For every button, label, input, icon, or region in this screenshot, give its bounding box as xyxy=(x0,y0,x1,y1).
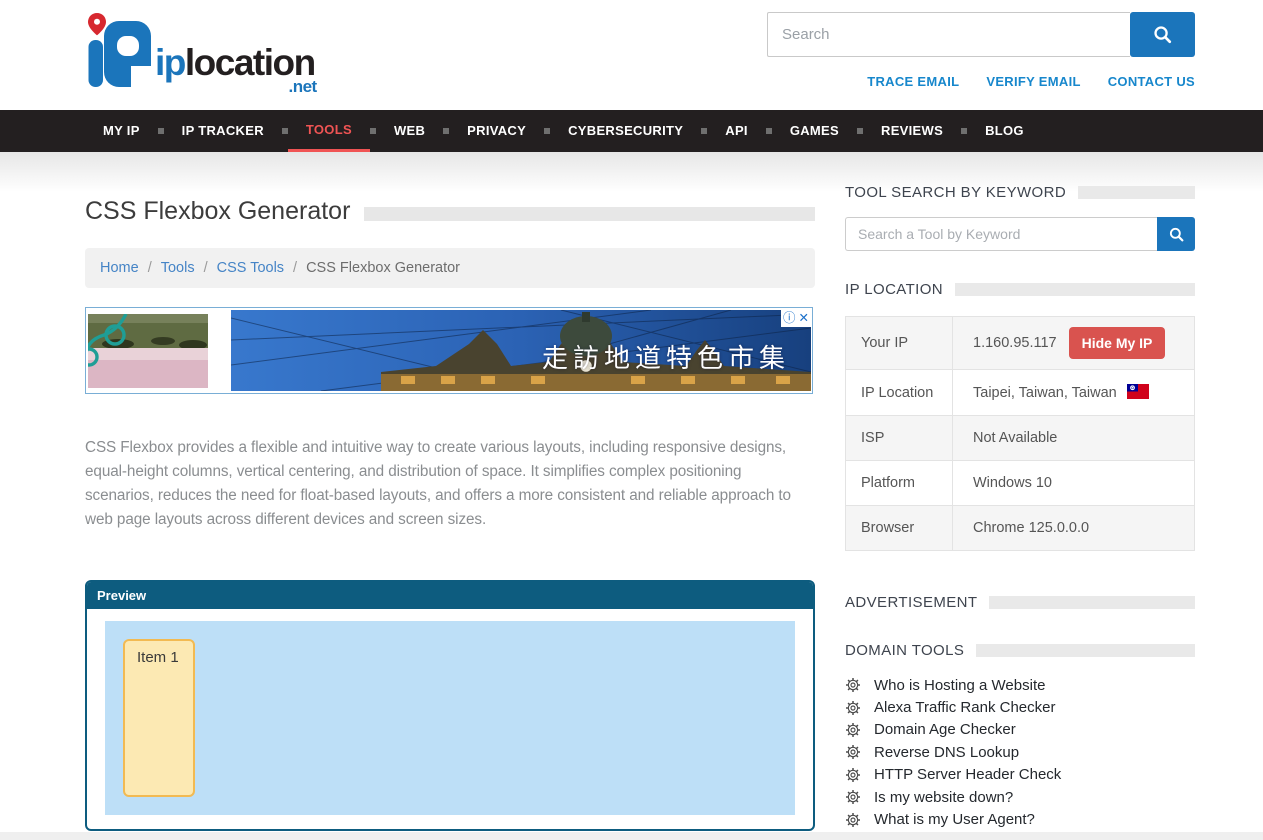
verify-email-link[interactable]: VERIFY EMAIL xyxy=(986,74,1080,89)
breadcrumb-tools[interactable]: Tools xyxy=(161,260,195,276)
site-search-button[interactable] xyxy=(1130,12,1195,57)
table-row-browser: Browser Chrome 125.0.0.0 xyxy=(846,506,1195,551)
domain-tool-user-agent[interactable]: What is my User Agent? xyxy=(845,808,1195,830)
title-decoration-bar xyxy=(364,207,815,221)
flex-container-preview: Item 1 xyxy=(105,621,795,815)
nav-item-ip-tracker[interactable]: IP TRACKER xyxy=(164,110,282,152)
tool-description: CSS Flexbox provides a flexible and intu… xyxy=(85,436,797,534)
table-row-ip-location: IP Location Taipei, Taiwan, Taiwan xyxy=(846,370,1195,416)
page-title: CSS Flexbox Generator xyxy=(85,196,350,226)
nav-item-my-ip[interactable]: MY IP xyxy=(85,110,158,152)
ad-info-icon[interactable]: ⓘ xyxy=(783,310,796,327)
domain-tool-domain-age[interactable]: Domain Age Checker xyxy=(845,719,1195,741)
domain-tools-list: Who is Hosting a Website Alexa Traffic R… xyxy=(845,674,1195,831)
gear-icon xyxy=(845,744,861,760)
nav-item-reviews[interactable]: REVIEWS xyxy=(863,110,961,152)
row-label: Browser xyxy=(846,506,953,551)
table-row-isp: ISP Not Available xyxy=(846,416,1195,461)
logo-tld: .net xyxy=(289,77,317,97)
row-label: IP Location xyxy=(846,370,953,416)
tool-search-button[interactable] xyxy=(1157,217,1195,251)
header-right: TRACE EMAIL VERIFY EMAIL CONTACT US xyxy=(767,12,1195,95)
ad-banner[interactable]: 走訪地道特色市集 ⓘ ✕ xyxy=(85,307,813,394)
row-value: Chrome 125.0.0.0 xyxy=(953,506,1195,551)
contact-us-link[interactable]: CONTACT US xyxy=(1108,74,1195,89)
breadcrumb-current: CSS Flexbox Generator xyxy=(306,260,460,276)
site-search-input[interactable] xyxy=(767,12,1130,57)
preview-panel-body: Item 1 xyxy=(87,609,813,829)
breadcrumb-home[interactable]: Home xyxy=(100,260,139,276)
tool-search-input[interactable] xyxy=(845,217,1157,251)
nav-item-privacy[interactable]: PRIVACY xyxy=(449,110,544,152)
gear-icon xyxy=(845,767,861,783)
ip-location-value: Taipei, Taiwan, Taiwan xyxy=(973,385,1117,401)
row-value: Not Available xyxy=(953,416,1195,461)
nav-item-web[interactable]: WEB xyxy=(376,110,443,152)
row-value: 1.160.95.117 Hide My IP xyxy=(953,317,1195,370)
taiwan-flag-icon xyxy=(1127,384,1149,399)
your-ip-value: 1.160.95.117 xyxy=(973,335,1057,351)
ip-location-table: Your IP 1.160.95.117 Hide My IP IP Locat… xyxy=(845,316,1195,551)
heading-decoration-bar xyxy=(955,283,1195,296)
search-icon xyxy=(1168,226,1185,243)
table-row-platform: Platform Windows 10 xyxy=(846,461,1195,506)
gear-icon xyxy=(845,677,861,693)
row-label: Your IP xyxy=(846,317,953,370)
flex-item-1[interactable]: Item 1 xyxy=(123,639,195,797)
main-nav: MY IP IP TRACKER TOOLS WEB PRIVACY CYBER… xyxy=(0,110,1263,152)
gear-icon xyxy=(845,722,861,738)
domain-tool-http-header[interactable]: HTTP Server Header Check xyxy=(845,764,1195,786)
gear-icon xyxy=(845,700,861,716)
search-icon xyxy=(1152,24,1173,45)
ad-image-landscape xyxy=(88,314,208,393)
ad-choices: ⓘ ✕ xyxy=(781,310,811,327)
logo-icon xyxy=(85,12,151,95)
page-bottom-strip xyxy=(0,832,1263,840)
nav-item-cybersecurity[interactable]: CYBERSECURITY xyxy=(550,110,701,152)
breadcrumb-separator xyxy=(148,260,152,276)
ad-close-icon[interactable]: ✕ xyxy=(799,310,809,327)
row-label: Platform xyxy=(846,461,953,506)
preview-panel-header: Preview xyxy=(87,582,813,609)
breadcrumb: Home Tools CSS Tools CSS Flexbox Generat… xyxy=(85,248,815,288)
tool-search xyxy=(845,217,1195,251)
site-header: iplocation .net TRACE EMAIL VERIFY EMAIL… xyxy=(0,0,1263,110)
trace-email-link[interactable]: TRACE EMAIL xyxy=(867,74,959,89)
ad-overlay-text: 走訪地道特色市集 xyxy=(542,338,790,375)
gear-icon xyxy=(845,789,861,805)
nav-item-games[interactable]: GAMES xyxy=(772,110,857,152)
header-links: TRACE EMAIL VERIFY EMAIL CONTACT US xyxy=(767,74,1195,89)
preview-panel: Preview Item 1 xyxy=(85,580,815,831)
heading-decoration-bar xyxy=(976,644,1195,657)
nav-item-blog[interactable]: BLOG xyxy=(967,110,1042,152)
gear-icon xyxy=(845,812,861,828)
logo-wordmark: iplocation xyxy=(155,44,315,81)
hide-my-ip-button[interactable]: Hide My IP xyxy=(1069,327,1166,359)
row-label: ISP xyxy=(846,416,953,461)
domain-tools-heading: DOMAIN TOOLS xyxy=(845,642,1195,659)
breadcrumb-separator xyxy=(293,260,297,276)
ip-location-heading: IP LOCATION xyxy=(845,281,1195,298)
nav-item-tools[interactable]: TOOLS xyxy=(288,110,370,152)
tool-search-heading: TOOL SEARCH BY KEYWORD xyxy=(845,184,1195,201)
domain-tool-website-down[interactable]: Is my website down? xyxy=(845,786,1195,808)
sidebar: TOOL SEARCH BY KEYWORD IP LOCATION Your … xyxy=(845,180,1195,831)
breadcrumb-separator xyxy=(204,260,208,276)
heading-decoration-bar xyxy=(1078,186,1195,199)
breadcrumb-css-tools[interactable]: CSS Tools xyxy=(217,260,284,276)
row-value: Windows 10 xyxy=(953,461,1195,506)
domain-tool-alexa-rank[interactable]: Alexa Traffic Rank Checker xyxy=(845,696,1195,718)
nav-item-api[interactable]: API xyxy=(707,110,766,152)
domain-tool-reverse-dns[interactable]: Reverse DNS Lookup xyxy=(845,741,1195,763)
domain-tool-who-is-hosting[interactable]: Who is Hosting a Website xyxy=(845,674,1195,696)
advertisement-heading: ADVERTISEMENT xyxy=(845,594,1195,611)
site-logo[interactable]: iplocation .net xyxy=(85,12,315,95)
heading-decoration-bar xyxy=(989,596,1195,609)
table-row-your-ip: Your IP 1.160.95.117 Hide My IP xyxy=(846,317,1195,370)
site-search xyxy=(767,12,1195,57)
row-value: Taipei, Taiwan, Taiwan xyxy=(953,370,1195,416)
